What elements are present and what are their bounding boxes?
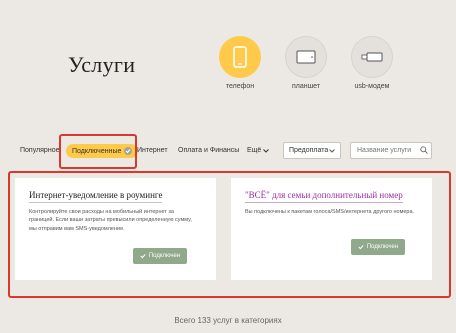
- connected-button-label: Подключен: [148, 253, 181, 259]
- device-label-usb-modem: usb-модем: [354, 83, 390, 90]
- phone-icon: [219, 36, 261, 78]
- page-title: Услуги: [68, 52, 136, 77]
- search-icon[interactable]: [420, 146, 428, 154]
- tab-finance[interactable]: Оплата и Финансы: [178, 147, 239, 154]
- tab-more-label: Ещё: [247, 147, 262, 154]
- chevron-down-icon: [263, 148, 270, 153]
- device-tablet[interactable]: планшет: [276, 36, 336, 90]
- device-label-tablet: планшет: [291, 83, 321, 90]
- usb-modem-icon: [351, 36, 393, 78]
- connected-button-label: Подключен: [366, 244, 399, 250]
- services-count: Всего 133 услуг в категориях: [174, 316, 282, 325]
- device-phone[interactable]: телефон: [210, 36, 270, 90]
- device-usb-modem[interactable]: usb-модем: [342, 36, 402, 90]
- check-icon: [140, 254, 146, 259]
- payment-type-value: Предоплата: [289, 147, 329, 154]
- payment-type-select[interactable]: Предоплата: [283, 142, 341, 159]
- service-card[interactable]: Интернет-уведомление в роуминге Контроли…: [15, 178, 216, 280]
- highlight-frame-tab: [59, 134, 137, 169]
- device-label-phone: телефон: [225, 83, 255, 90]
- service-card-title[interactable]: "ВСЁ" для семьи дополнительный номер: [245, 190, 403, 203]
- tab-more[interactable]: Ещё: [247, 147, 270, 154]
- service-card-description: Вы подключены к пакетам голоса/SMS/интер…: [245, 209, 415, 215]
- tablet-icon: [285, 36, 327, 78]
- connected-button[interactable]: Подключен: [351, 239, 405, 255]
- tab-popular[interactable]: Популярное: [20, 147, 59, 154]
- chevron-down-icon: [329, 148, 335, 153]
- check-icon: [358, 245, 364, 250]
- tab-internet[interactable]: Интернет: [137, 147, 168, 154]
- service-card-title[interactable]: Интернет-уведомление в роуминге: [29, 190, 163, 203]
- service-card-description: Контролируйте свои расходы на мобильный …: [29, 209, 192, 232]
- connected-button[interactable]: Подключен: [133, 248, 187, 264]
- service-card[interactable]: "ВСЁ" для семьи дополнительный номер Вы …: [231, 178, 432, 280]
